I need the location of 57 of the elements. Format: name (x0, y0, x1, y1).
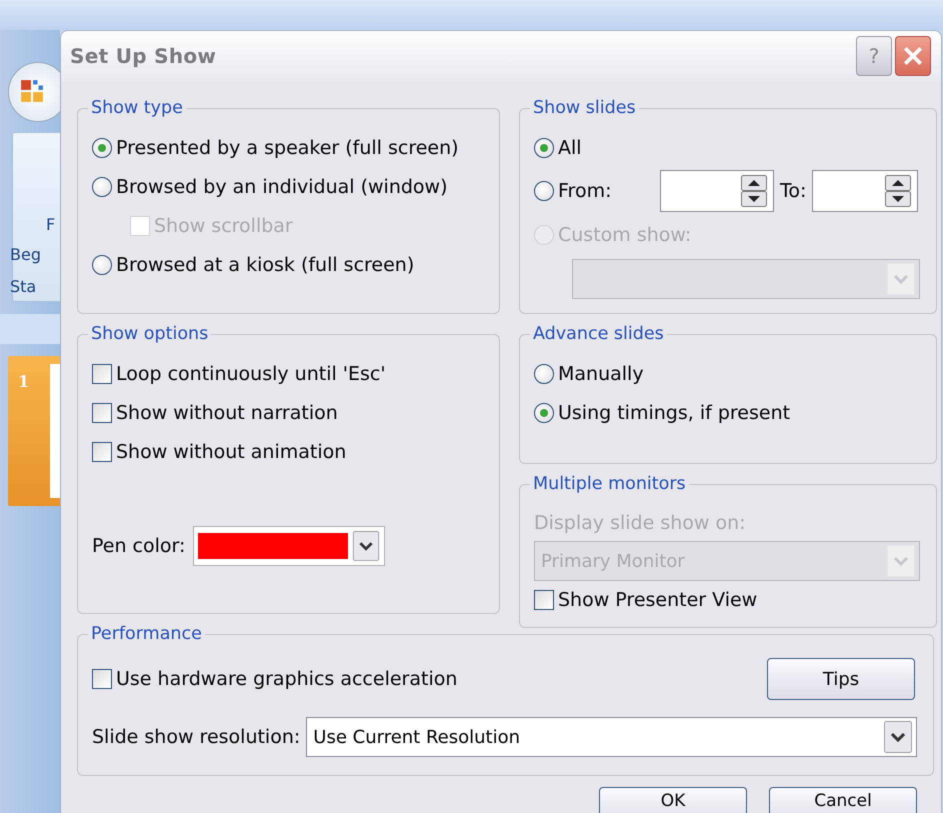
group-title: Show slides (532, 98, 637, 118)
field-label: Display slide show on: (534, 512, 746, 534)
close-button[interactable] (895, 36, 931, 76)
radio-button[interactable] (92, 138, 112, 158)
radio-button[interactable] (92, 254, 112, 274)
spin-field[interactable] (660, 170, 774, 212)
radio-label: Browsed by an individual (window) (116, 176, 448, 198)
checkbox-label: Show without animation (116, 440, 346, 462)
checkbox-label: Use hardware graphics acceleration (116, 668, 458, 690)
radio-button[interactable] (534, 402, 554, 422)
ribbon-label: Sta (10, 277, 36, 296)
radio-button[interactable] (534, 138, 554, 158)
radio-label: From: (558, 180, 612, 202)
radio-label: Manually (558, 362, 644, 384)
dropdown-field[interactable]: Use Current Resolution (306, 717, 917, 757)
tips-button[interactable]: Tips (767, 658, 915, 700)
checkbox-label: Show Presenter View (558, 588, 758, 610)
radio-label: Presented by a speaker (full screen) (116, 136, 459, 158)
ribbon-label: Beg (10, 245, 41, 264)
radio-button[interactable] (92, 176, 112, 196)
group-title: Show type (90, 98, 184, 118)
group-title: Show options (90, 324, 210, 344)
checkbox-label: Show scrollbar (154, 214, 293, 236)
radio-label: All (558, 136, 582, 158)
checkbox[interactable] (534, 590, 554, 610)
radio-label: Browsed at a kiosk (full screen) (116, 254, 414, 276)
spinner-arrows-icon[interactable] (741, 175, 767, 207)
slide-number: 1 (18, 372, 30, 391)
radio-label: Using timings, if present (558, 402, 790, 424)
ribbon-label: F (46, 215, 56, 234)
field-label: Slide show resolution: (92, 726, 300, 748)
group-title: Performance (90, 624, 203, 644)
dialog-button[interactable]: OK (599, 787, 747, 813)
office-logo-icon (20, 79, 44, 103)
color-picker[interactable] (193, 526, 386, 566)
dropdown-value: Primary Monitor (541, 550, 685, 572)
dropdown-value: Use Current Resolution (313, 726, 520, 748)
field-label: Pen color: (92, 534, 186, 556)
checkbox[interactable] (92, 442, 112, 462)
group-title: Advance slides (532, 324, 665, 344)
checkbox[interactable] (92, 364, 112, 384)
checkbox[interactable] (92, 669, 112, 689)
field-label: To: (780, 180, 806, 202)
dialog-button[interactable]: Cancel (769, 787, 917, 813)
radio-label: Custom show: (558, 224, 692, 246)
window-title: Set Up Show (70, 44, 216, 68)
spinner-arrows-icon[interactable] (885, 175, 912, 207)
panel-header (0, 314, 60, 344)
checkbox-label: Loop continuously until 'Esc' (116, 362, 386, 384)
slide-thumbnail[interactable] (8, 356, 60, 506)
radio-button[interactable] (534, 181, 554, 201)
close-icon (902, 45, 924, 67)
group-title: Multiple monitors (532, 474, 687, 494)
spin-field[interactable] (812, 170, 918, 212)
checkbox[interactable] (92, 402, 112, 422)
checkbox-label: Show without narration (116, 402, 338, 424)
radio-button[interactable] (534, 364, 554, 384)
